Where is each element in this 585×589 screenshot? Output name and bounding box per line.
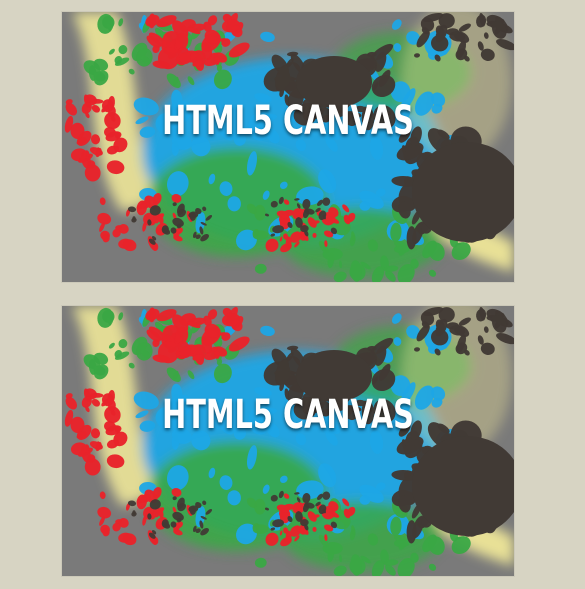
canvas-artwork-bottom: HTML5 CANVAS [62, 306, 514, 576]
paint-splatter-illustration [62, 12, 514, 282]
canvas-title-text: HTML5 CANVAS [162, 392, 414, 438]
canvas-title-text: HTML5 CANVAS [162, 98, 414, 144]
canvas-artwork-top: HTML5 CANVAS [62, 12, 514, 282]
paint-splatter-illustration [62, 306, 514, 576]
